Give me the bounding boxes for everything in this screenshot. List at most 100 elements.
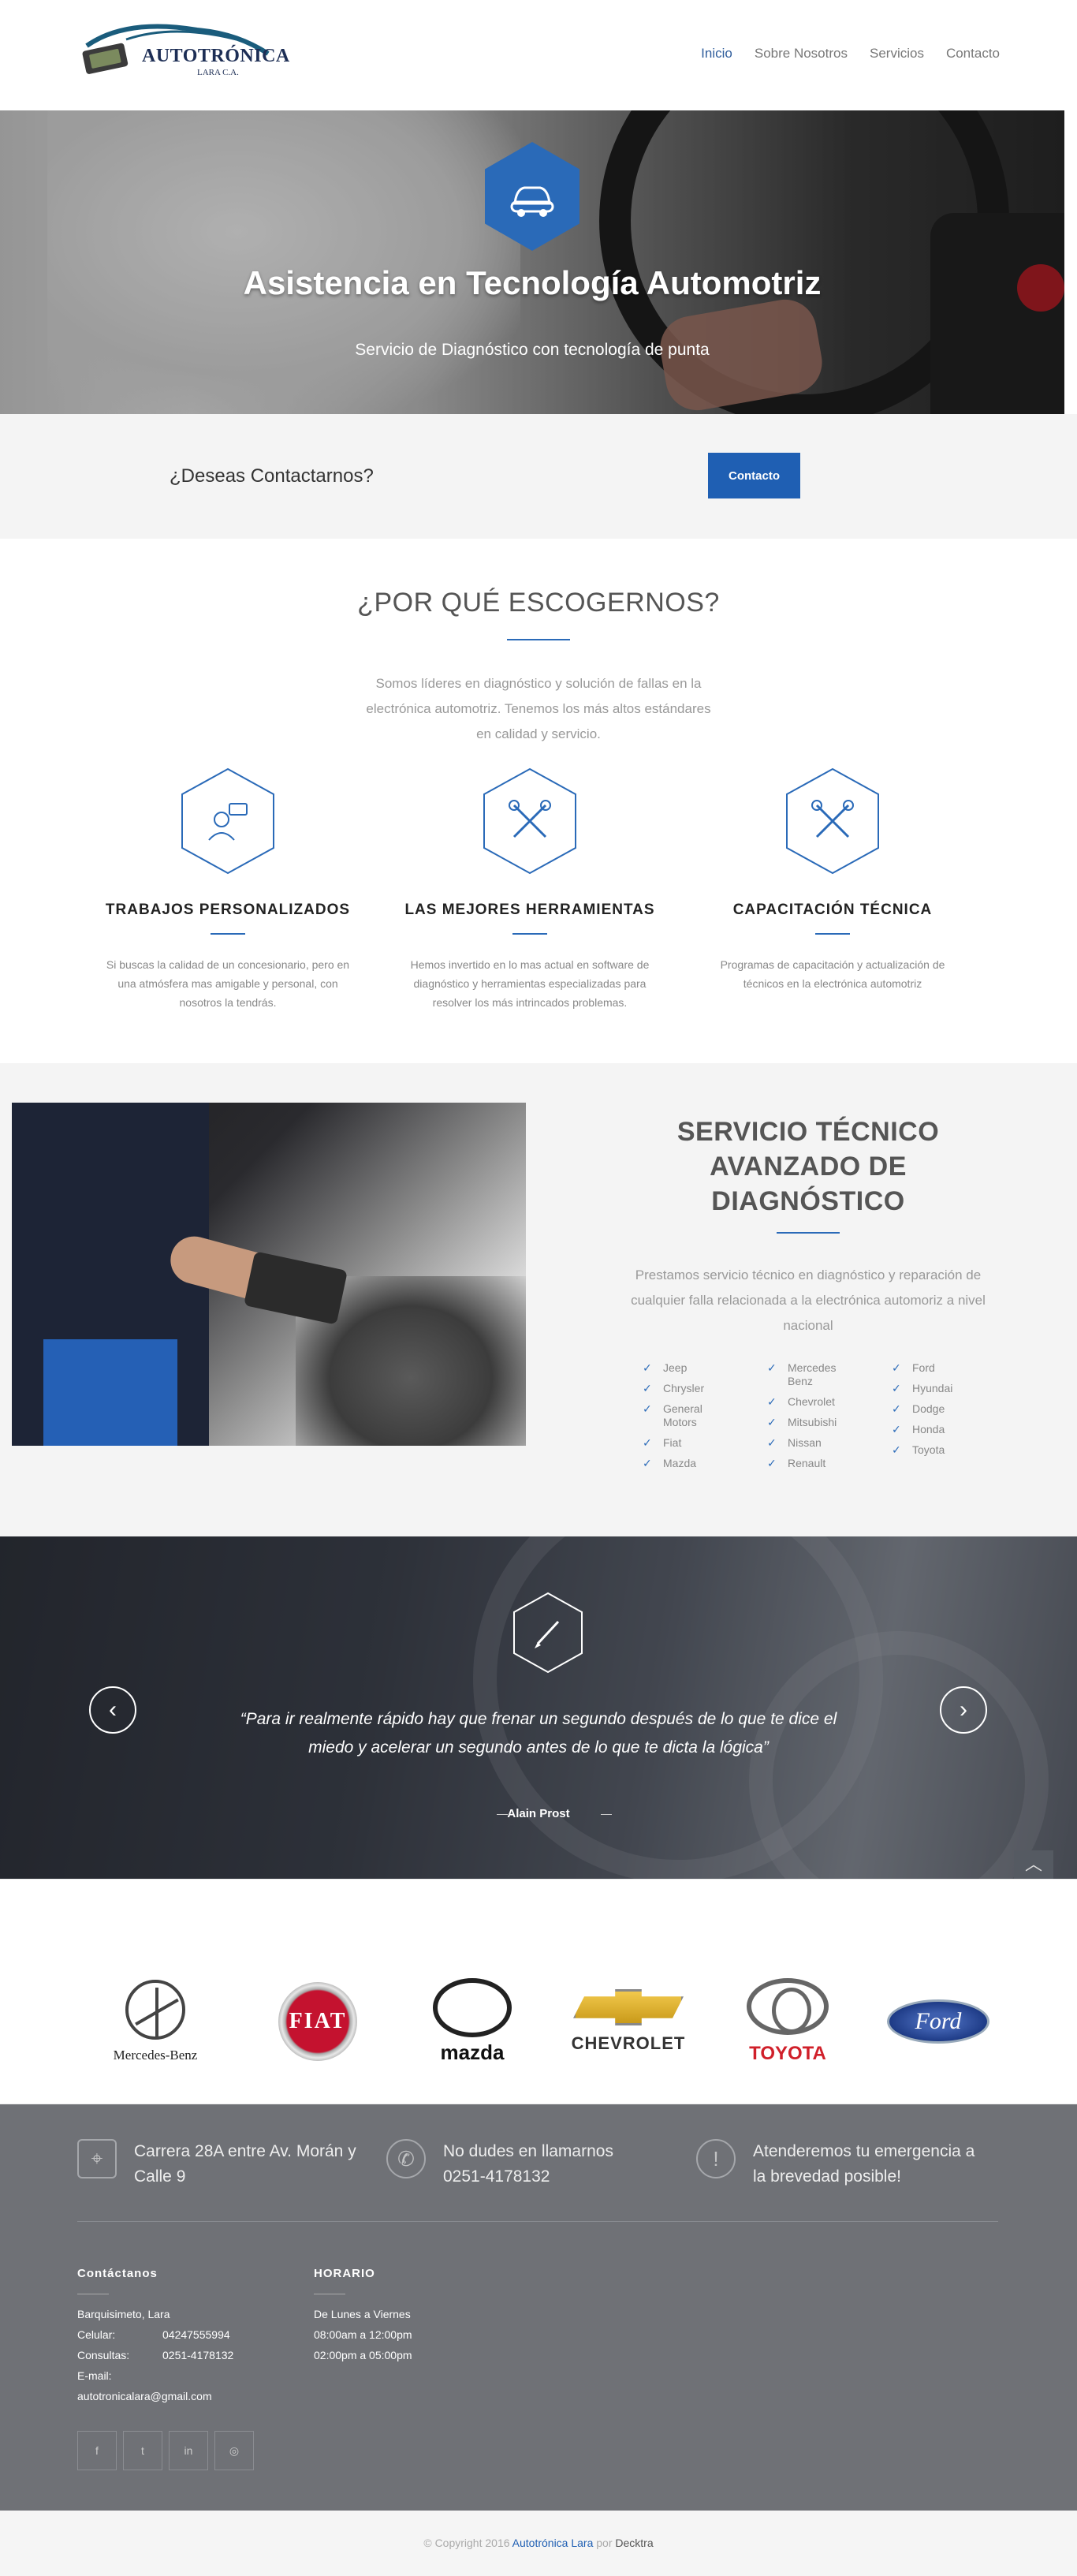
footer-phone: ✆ No dudes en llamarnos 0251-4178132 [386,2139,648,2190]
check-icon: ✓ [643,1457,652,1469]
feature-hexagon [785,767,880,875]
service-section: SERVICIO TÉCNICO AVANZADO DE DIAGNÓSTICO… [0,1063,1077,1536]
footer-contact: Contáctanos Barquisimeto, Lara Celular: … [77,2264,266,2406]
check-icon: ✓ [643,1382,652,1394]
mercedes-star-icon [125,1980,185,2040]
nav-servicios[interactable]: Servicios [870,46,924,62]
nav-sobre-nosotros[interactable]: Sobre Nosotros [755,46,848,62]
site-footer: ⌖ Carrera 28A entre Av. Morán y Calle 9 … [0,2104,1077,2511]
copyright-company-link[interactable]: Autotrónica Lara [512,2537,594,2549]
brand-item: ✓ Fiat [643,1436,682,1449]
brand-item: ✓ Hyundai [892,1382,953,1394]
hero-title: Asistencia en Tecnología Automotriz [243,264,822,301]
logo-subtext: LARA C.A. [197,68,239,77]
logo-ford: Ford [883,1978,993,2065]
footer-hours-line: 02:00pm a 05:00pm [314,2349,412,2361]
check-icon: ✓ [892,1361,901,1374]
chevrolet-bowtie-icon [573,1989,684,2025]
check-icon: ✓ [767,1457,777,1469]
brand-item: ✓ Jeep [643,1361,688,1374]
feature-divider [211,933,245,935]
service-photo-jeans [43,1339,177,1446]
brand-list-col2: ✓ Mercedes Benz ✓ Chevrolet ✓ Mitsubishi ✓ N… [767,1361,843,1470]
tools-icon [786,767,879,875]
feature-text: Programas de capacitación y actualizació… [720,958,945,990]
check-icon: ✓ [892,1423,901,1435]
brand-list-col1: ✓ Jeep ✓ Chrysler ✓ General Motors ✓ Fiat ✓ M… [643,1361,710,1470]
brand-list-col3: ✓ Ford ✓ Hyundai ✓ Dodge ✓ Honda ✓ Toyota [892,1361,952,1457]
service-title: SERVICIO TÉCNICO AVANZADO DE DIAGNÓSTICO [676,1117,940,1216]
hero-subtitle: Servicio de Diagnóstico con tecnología d… [355,341,710,359]
brand-item: ✓ Mitsubishi [767,1416,837,1428]
brand-item: ✓ Toyota [892,1443,945,1456]
brand-item: ✓ Renault [767,1457,826,1469]
check-icon: ✓ [767,1436,777,1449]
brand-logos: Mercedes-Benz FIAT mazda CHEVROLET TOYOT… [0,1879,1077,2104]
nav-contacto[interactable]: Contacto [946,46,1000,62]
slider-prev-button[interactable]: ‹ [89,1686,136,1734]
brand-item: ✓ Dodge [892,1402,945,1415]
copyright-bar: © Copyright 2016 Autotrónica Lara por De… [0,2511,1077,2576]
feature-herramientas: LAS MEJORES HERRAMIENTAS Hemos invertido… [400,767,660,1012]
check-icon: ✓ [643,1361,652,1374]
copyright-by: por [596,2537,613,2549]
contact-bar: ¿Deseas Contactarnos? Contacto [0,414,1077,539]
brand-item: ✓ General Motors [643,1402,702,1428]
footer-divider [77,2221,998,2222]
tools-icon [483,767,576,875]
logo-fiat: FIAT [274,1978,361,2065]
brand-item: ✓ Mercedes Benz [767,1361,837,1387]
map-icon: ⌖ [77,2139,117,2178]
logo-toyota: TOYOTA [736,1978,839,2065]
hero-banner: Asistencia en Tecnología Automotriz Serv… [0,110,1064,414]
service-title-divider [777,1232,840,1234]
quote-author-dash [601,1814,612,1815]
quote-slider: ‹ › “Para ir realmente rápido hay que fr… [0,1536,1077,1879]
copyright-prefix: © Copyright 2016 [423,2537,510,2549]
dribbble-icon[interactable]: ◎ [214,2431,254,2470]
footer-hours-line: 08:00am a 12:00pm [314,2328,412,2341]
footer-hours: HORARIO De Lunes a Viernes 08:00am a 12:… [314,2264,471,2365]
footer-city: Barquisimeto, Lara [77,2308,170,2320]
quote-hexagon [512,1592,583,1674]
contact-button[interactable]: Contacto [708,453,800,498]
page: AUTOTRÓNICA LARA C.A. Inicio Sobre Nosot… [0,0,1077,2576]
nav-inicio[interactable]: Inicio [701,46,732,62]
feature-title: TRABAJOS PERSONALIZADOS [105,902,351,918]
check-icon: ✓ [767,1361,777,1374]
check-icon: ✓ [892,1382,901,1394]
footer-hours-title: HORARIO [314,2267,375,2280]
footer-cel-row: Celular: 04247555994 [77,2328,230,2341]
brand-item: ✓ Honda [892,1423,945,1435]
feature-personalizados: TRABAJOS PERSONALIZADOS Si buscas la cal… [98,767,358,1012]
facebook-icon[interactable]: f [77,2431,117,2470]
brand-item: ✓ Ford [892,1361,935,1374]
footer-cons-row: Consultas: 0251-4178132 [77,2349,234,2361]
feature-capacitacion: CAPACITACIÓN TÉCNICA Programas de capaci… [702,767,963,993]
site-header: AUTOTRÓNICA LARA C.A. Inicio Sobre Nosot… [0,0,1077,110]
scroll-to-top-button[interactable]: ︿ [1014,1850,1053,1879]
slider-next-button[interactable]: › [940,1686,987,1734]
pencil-icon [513,1592,583,1674]
copyright-developer-link[interactable]: Decktra [615,2537,653,2549]
feature-title: CAPACITACIÓN TÉCNICA [732,902,933,918]
footer-email-label: E-mail: [77,2369,112,2382]
feature-text: Hemos invertido en lo mas actual en soft… [410,958,650,1009]
why-title: ¿POR QUÉ ESCOGERNOS? [357,588,720,618]
mazda-wing-icon [433,1978,512,2037]
feature-divider [815,933,850,935]
site-logo[interactable]: AUTOTRÓNICA LARA C.A. [79,22,292,77]
logo-mazda: mazda [421,1978,524,2065]
social-links: f t in ◎ [77,2431,254,2470]
twitter-icon[interactable]: t [123,2431,162,2470]
feature-hexagon [181,767,275,875]
footer-email[interactable]: autotronicalara@gmail.com [77,2386,266,2406]
logo-text: AUTOTRÓNICA [142,46,290,66]
footer-contact-title: Contáctanos [77,2267,158,2280]
brand-item: ✓ Chrysler [643,1382,705,1394]
linkedin-icon[interactable]: in [169,2431,208,2470]
why-intro: Somos líderes en diagnóstico y solución … [366,676,711,741]
feature-title: LAS MEJORES HERRAMIENTAS [404,902,655,918]
why-section: ¿POR QUÉ ESCOGERNOS? Somos líderes en di… [0,539,1077,1063]
quote-author: Alain Prost [507,1807,570,1820]
